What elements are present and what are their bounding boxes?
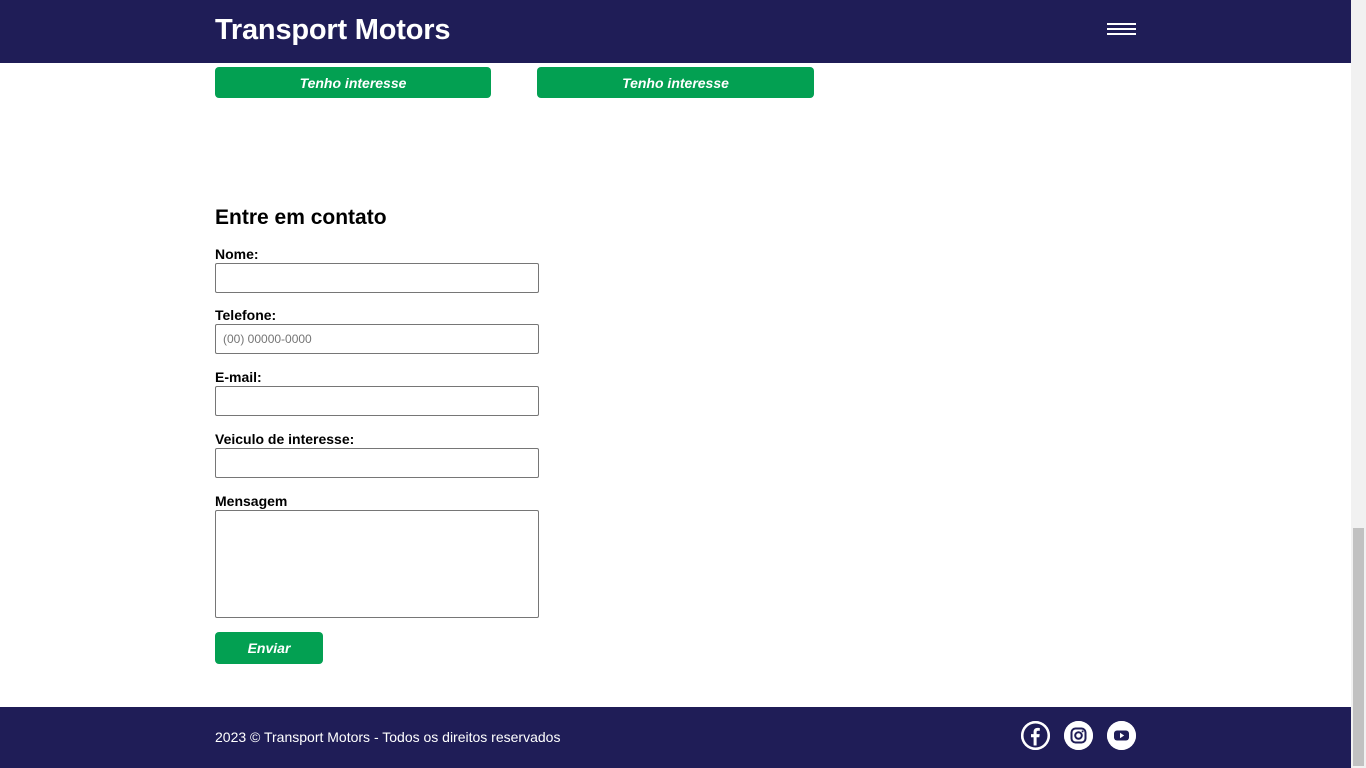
nome-label: Nome:: [215, 246, 259, 262]
instagram-icon[interactable]: [1064, 721, 1093, 750]
menu-line: [1107, 33, 1136, 35]
hamburger-menu-icon[interactable]: [1107, 21, 1137, 39]
veiculo-input[interactable]: [215, 448, 539, 478]
site-footer: 2023 © Transport Motors - Todos os direi…: [0, 707, 1351, 768]
menu-line: [1107, 28, 1136, 30]
email-input[interactable]: [215, 386, 539, 416]
scrollbar-thumb[interactable]: [1353, 528, 1364, 766]
interest-button-2[interactable]: Tenho interesse: [537, 67, 814, 98]
veiculo-label: Veiculo de interesse:: [215, 431, 355, 447]
youtube-icon[interactable]: [1107, 721, 1136, 750]
facebook-icon[interactable]: [1021, 721, 1050, 750]
nome-input[interactable]: [215, 263, 539, 293]
telefone-input[interactable]: [215, 324, 539, 354]
site-header: Transport Motors: [0, 0, 1351, 63]
mensagem-textarea[interactable]: [215, 510, 539, 618]
menu-line: [1107, 23, 1136, 25]
send-button[interactable]: Enviar: [215, 632, 323, 664]
telefone-label: Telefone:: [215, 307, 277, 323]
copyright-text: 2023 © Transport Motors - Todos os direi…: [215, 729, 561, 745]
interest-button-1[interactable]: Tenho interesse: [215, 67, 491, 98]
contact-title: Entre em contato: [215, 206, 387, 229]
email-label: E-mail:: [215, 369, 262, 385]
mensagem-label: Mensagem: [215, 493, 288, 509]
page-scrollbar[interactable]: [1351, 0, 1366, 768]
brand-title[interactable]: Transport Motors: [215, 14, 450, 47]
